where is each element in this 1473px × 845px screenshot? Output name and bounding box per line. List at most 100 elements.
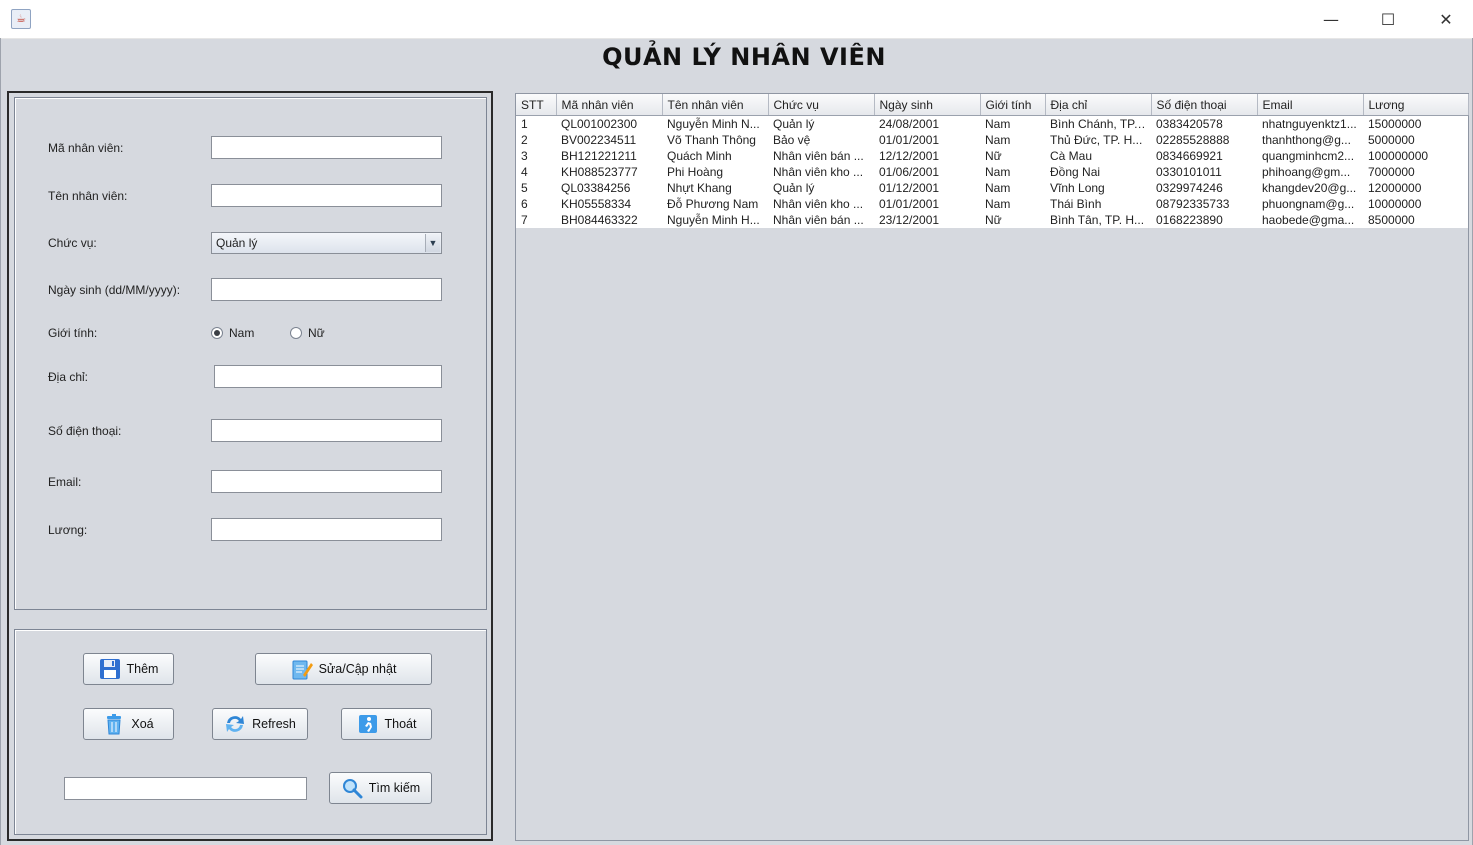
table-cell[interactable]: Nam [980,132,1045,148]
table-cell[interactable]: 7000000 [1363,164,1468,180]
column-header-stt[interactable]: STT [516,94,557,116]
gioi-tinh-nu-radio[interactable]: Nữ [290,326,325,340]
table-cell[interactable]: 12/12/2001 [874,148,980,164]
table-cell[interactable]: 08792335733 [1151,196,1257,212]
luong-input[interactable] [211,518,442,541]
table-cell[interactable]: KH05558334 [556,196,662,212]
table-cell[interactable]: QL03384256 [556,180,662,196]
table-cell[interactable]: Quản lý [768,115,874,132]
tim-kiem-button[interactable]: Tìm kiếm [329,772,432,804]
table-cell[interactable]: Đồng Nai [1045,164,1151,180]
table-cell[interactable]: Nhựt Khang [662,180,768,196]
table-cell[interactable]: Nguyễn Minh N... [662,115,768,132]
minimize-button[interactable]: — [1302,0,1360,38]
column-header-ma-nhan-vien[interactable]: Mã nhân viên [556,94,663,116]
table-cell[interactable]: khangdev20@g... [1257,180,1363,196]
table-cell[interactable]: Vĩnh Long [1045,180,1151,196]
so-dien-thoai-input[interactable] [211,419,442,442]
table-cell[interactable]: 5 [516,180,556,196]
table-cell[interactable]: BH121221211 [556,148,662,164]
dia-chi-input[interactable] [214,365,442,388]
table-cell[interactable]: Nhân viên bán ... [768,212,874,228]
them-button[interactable]: Thêm [83,653,174,685]
table-cell[interactable]: 15000000 [1363,115,1468,132]
gioi-tinh-nam-radio[interactable]: Nam [211,326,254,340]
table-cell[interactable]: 100000000 [1363,148,1468,164]
table-cell[interactable]: 0383420578 [1151,115,1257,132]
table-cell[interactable]: 01/12/2001 [874,180,980,196]
table-cell[interactable]: Nhân viên kho ... [768,196,874,212]
table-cell[interactable]: Nam [980,180,1045,196]
table-cell[interactable]: 12000000 [1363,180,1468,196]
table-cell[interactable]: thanhthong@g... [1257,132,1363,148]
table-cell[interactable]: 0329974246 [1151,180,1257,196]
table-cell[interactable]: 01/06/2001 [874,164,980,180]
ten-nhan-vien-input[interactable] [211,184,442,207]
table-cell[interactable]: Nguyễn Minh H... [662,212,768,228]
table-cell[interactable]: 3 [516,148,556,164]
table-cell[interactable]: 01/01/2001 [874,132,980,148]
table-cell[interactable]: BV002234511 [556,132,662,148]
table-cell[interactable]: 5000000 [1363,132,1468,148]
sua-cap-nhat-button[interactable]: Sửa/Cập nhật [255,653,432,685]
column-header-gioi-tinh[interactable]: Giới tính [980,94,1046,116]
dropdown-arrow-icon[interactable]: ▼ [425,234,440,252]
table-cell[interactable]: Phi Hoàng [662,164,768,180]
table-row[interactable]: 1 QL001002300 Nguyễn Minh N... Quản lý 24/08… [516,115,1468,132]
table-cell[interactable]: Nam [980,196,1045,212]
table-cell[interactable]: 1 [516,115,556,132]
column-header-email[interactable]: Email [1257,94,1364,116]
table-cell[interactable]: Thủ Đức, TP. H... [1045,132,1151,148]
table-cell[interactable]: 7 [516,212,556,228]
table-cell[interactable]: Bảo vệ [768,132,874,148]
refresh-button[interactable]: Refresh [212,708,308,740]
table-row[interactable]: 4 KH088523777 Phi Hoàng Nhân viên kho ... 01… [516,164,1468,180]
table-row[interactable]: 3 BH121221211 Quách Minh Nhân viên bán ... 1… [516,148,1468,164]
table-cell[interactable]: Thái Bình [1045,196,1151,212]
table-cell[interactable]: Nữ [980,148,1045,164]
table-cell[interactable]: Võ Thanh Thông [662,132,768,148]
table-cell[interactable]: Bình Tân, TP. H... [1045,212,1151,228]
table-cell[interactable]: 6 [516,196,556,212]
table-cell[interactable]: Quản lý [768,180,874,196]
table-cell[interactable]: BH084463322 [556,212,662,228]
employee-table-scrollpane[interactable]: STT Mã nhân viên Tên nhân viên Chức vụ N… [515,93,1469,841]
java-app-icon[interactable]: ☕ [11,9,31,29]
table-cell[interactable]: 0168223890 [1151,212,1257,228]
table-cell[interactable]: QL001002300 [556,115,662,132]
table-cell[interactable]: Nhân viên bán ... [768,148,874,164]
table-cell[interactable]: 0330101011 [1151,164,1257,180]
email-input[interactable] [211,470,442,493]
table-row[interactable]: 6 KH05558334 Đỗ Phương Nam Nhân viên kho ..… [516,196,1468,212]
table-cell[interactable]: haobede@gma... [1257,212,1363,228]
table-cell[interactable]: nhatnguyenktz1... [1257,115,1363,132]
table-cell[interactable]: KH088523777 [556,164,662,180]
table-cell[interactable]: quangminhcm2... [1257,148,1363,164]
column-header-ngay-sinh[interactable]: Ngày sinh [874,94,981,116]
table-cell[interactable]: Nữ [980,212,1045,228]
table-row[interactable]: 5 QL03384256 Nhựt Khang Quản lý 01/12/2001 Na… [516,180,1468,196]
column-header-so-dien-thoai[interactable]: Số điện thoại [1151,94,1258,116]
ngay-sinh-input[interactable] [211,278,442,301]
search-input[interactable] [64,777,307,800]
column-header-luong[interactable]: Lương [1363,94,1469,116]
xoa-button[interactable]: Xoá [83,708,174,740]
table-cell[interactable]: 0834669921 [1151,148,1257,164]
table-cell[interactable]: 4 [516,164,556,180]
table-cell[interactable]: 23/12/2001 [874,212,980,228]
radio-unselected-icon[interactable] [290,327,302,339]
table-cell[interactable]: Quách Minh [662,148,768,164]
table-cell[interactable]: Nhân viên kho ... [768,164,874,180]
radio-selected-icon[interactable] [211,327,223,339]
table-cell[interactable]: 2 [516,132,556,148]
table-row[interactable]: 7 BH084463322 Nguyễn Minh H... Nhân viên bá… [516,212,1468,228]
table-cell[interactable]: Nam [980,164,1045,180]
table-cell[interactable]: phuongnam@g... [1257,196,1363,212]
thoat-button[interactable]: Thoát [341,708,432,740]
table-cell[interactable]: phihoang@gm... [1257,164,1363,180]
ma-nhan-vien-input[interactable] [211,136,442,159]
table-cell[interactable]: Bình Chánh, TP.... [1045,115,1151,132]
close-button[interactable]: ✕ [1417,0,1473,38]
table-cell[interactable]: 01/01/2001 [874,196,980,212]
table-row[interactable]: 2 BV002234511 Võ Thanh Thông Bảo vệ 01/01/20… [516,132,1468,148]
